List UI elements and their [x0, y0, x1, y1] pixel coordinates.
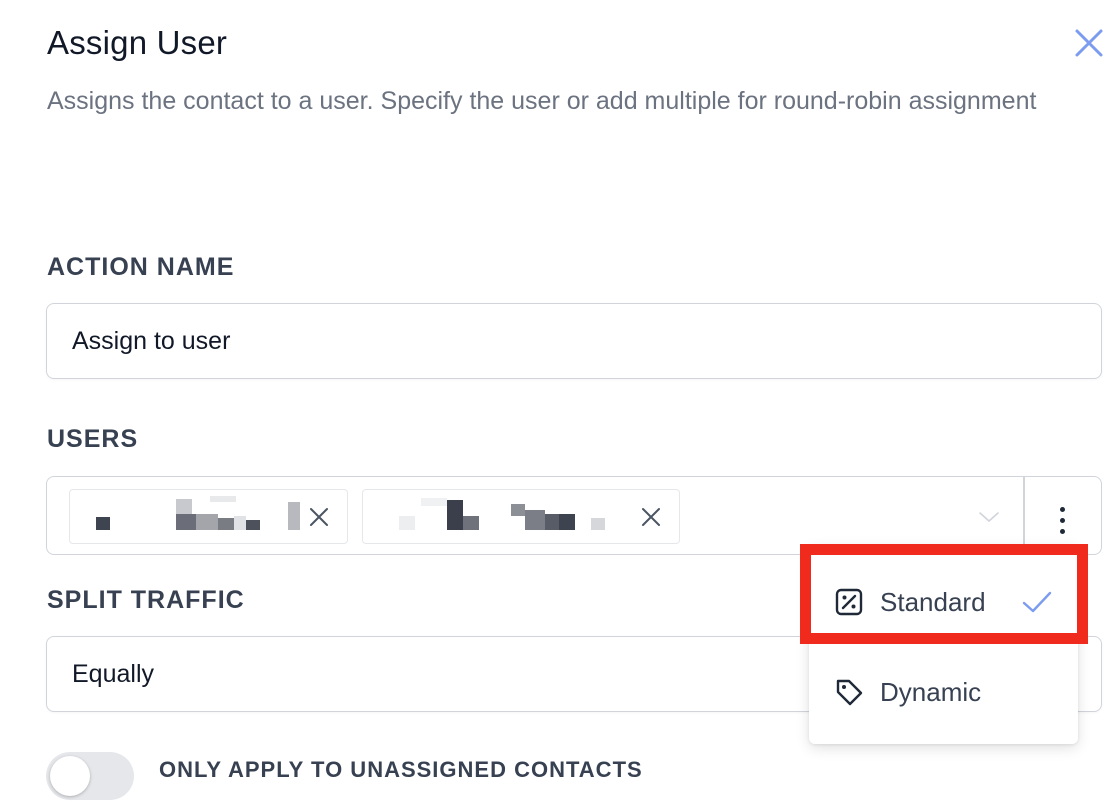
unassigned-only-label: ONLY APPLY TO UNASSIGNED CONTACTS	[159, 757, 643, 782]
toggle-knob	[50, 756, 90, 796]
action-name-input[interactable]: Assign to user	[46, 303, 1102, 379]
users-select[interactable]	[46, 476, 1102, 555]
action-name-label: ACTION NAME	[47, 253, 235, 281]
menu-item-standard[interactable]: Standard	[809, 557, 1078, 647]
close-icon	[310, 508, 328, 526]
users-more-button[interactable]	[1047, 495, 1077, 535]
user-chip	[69, 489, 348, 544]
percentage-square-icon	[834, 587, 864, 617]
user-chip	[362, 489, 680, 544]
tag-icon	[834, 677, 864, 707]
remove-user-button[interactable]	[307, 505, 331, 529]
split-traffic-value: Equally	[72, 659, 154, 688]
split-traffic-label: SPLIT TRAFFIC	[47, 586, 245, 614]
divider	[1023, 477, 1025, 553]
panel-title: Assign User	[47, 24, 228, 61]
close-button[interactable]	[1072, 26, 1105, 60]
check-icon	[1020, 585, 1054, 619]
action-name-value: Assign to user	[72, 326, 231, 355]
mode-dropdown-menu: Standard Dynamic	[809, 545, 1078, 744]
close-icon	[1075, 29, 1103, 57]
panel-subtitle: Assigns the contact to a user. Specify t…	[47, 87, 1037, 115]
menu-item-label: Standard	[880, 586, 986, 617]
menu-item-label: Dynamic	[880, 676, 982, 707]
users-dropdown-toggle[interactable]	[977, 505, 1001, 529]
remove-user-button[interactable]	[639, 505, 663, 529]
unassigned-only-toggle[interactable]	[46, 752, 134, 800]
users-label: USERS	[47, 425, 139, 453]
close-icon	[642, 508, 660, 526]
menu-item-dynamic[interactable]: Dynamic	[809, 647, 1078, 737]
chevron-down-icon	[979, 512, 999, 523]
